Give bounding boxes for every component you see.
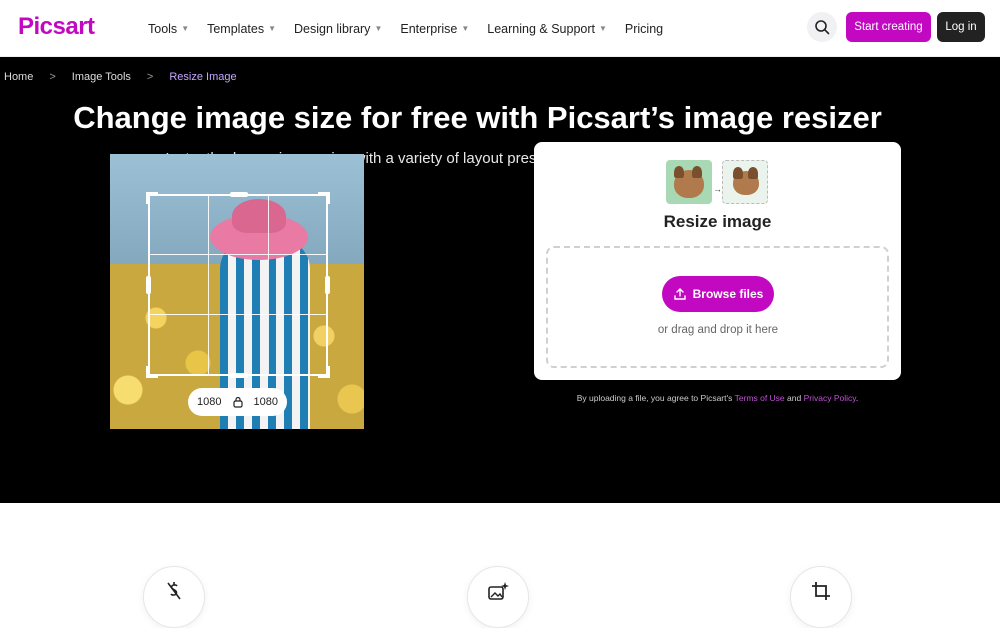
chevron-right-icon: >	[146, 71, 154, 83]
breadcrumb: Home > Image Tools > Resize Image	[4, 71, 237, 83]
resize-thumbnails: →	[666, 160, 768, 204]
crop-gridline	[208, 196, 209, 374]
nav-design-library-label: Design library	[294, 21, 371, 36]
breadcrumb-home[interactable]: Home	[4, 71, 33, 83]
upload-card-title: Resize image	[663, 212, 772, 231]
start-creating-button[interactable]: Start creating	[846, 12, 931, 42]
nav-pricing-label: Pricing	[624, 21, 664, 36]
terms-and: and	[787, 393, 802, 403]
crop-handle-bottom-left[interactable]	[146, 366, 158, 378]
crop-gridline	[268, 196, 269, 374]
nav-enterprise-label: Enterprise	[400, 21, 458, 36]
page-title: Change image size for free with Picsart’…	[73, 100, 882, 135]
arrow-right-icon: →	[713, 184, 722, 194]
upload-terms: By uploading a file, you agree to Picsar…	[534, 393, 901, 403]
breadcrumb-current: Resize Image	[169, 71, 237, 83]
feature-crop	[790, 566, 852, 628]
crop-handle-top-left[interactable]	[146, 192, 158, 204]
nav-templates-label: Templates	[207, 21, 265, 36]
nav-enterprise[interactable]: Enterprise ▼	[400, 22, 469, 36]
crop-frame[interactable]	[146, 192, 330, 378]
search-button[interactable]	[807, 12, 837, 42]
chevron-down-icon: ▼	[598, 24, 607, 33]
crop-handle-left[interactable]	[146, 276, 151, 294]
chevron-down-icon: ▼	[181, 24, 190, 33]
dimensions-pill: 1080 1080	[188, 388, 287, 416]
crop-gridline	[150, 254, 326, 255]
lock-icon	[232, 396, 243, 408]
site-header: Picsart Tools ▼ Templates ▼ Design library…	[0, 0, 1000, 57]
login-button[interactable]: Log in	[937, 12, 985, 42]
image-sparkle-icon	[488, 582, 509, 600]
nav-pricing[interactable]: Pricing	[625, 22, 663, 36]
drag-drop-hint: or drag and drop it here	[657, 324, 779, 336]
upload-icon	[673, 288, 686, 300]
feature-free	[143, 566, 205, 628]
terms-prefix: By uploading a file, you agree to Picsar…	[576, 393, 733, 403]
crop-gridline	[150, 314, 326, 315]
chevron-right-icon: >	[49, 71, 56, 83]
browse-files-button[interactable]: Browse files	[662, 276, 774, 312]
crop-handle-bottom[interactable]	[230, 373, 248, 378]
breadcrumb-image-tools[interactable]: Image Tools	[72, 71, 131, 83]
chevron-down-icon: ▼	[461, 24, 470, 33]
browse-files-label: Browse files	[692, 287, 764, 301]
feature-presets	[467, 566, 529, 628]
dog-thumbnail-original	[666, 160, 712, 204]
picsart-logo[interactable]: Picsart	[18, 13, 95, 41]
crop-handle-top[interactable]	[230, 192, 248, 197]
nav-learning-support-label: Learning & Support	[487, 21, 595, 36]
width-value: 1080	[197, 396, 222, 408]
crop-icon	[812, 582, 830, 600]
crop-handle-bottom-right[interactable]	[318, 366, 330, 378]
upload-card: → Resize image Browse files or drag and …	[534, 142, 901, 380]
search-icon	[815, 20, 830, 35]
dollar-off-icon	[167, 582, 181, 600]
crop-handle-right[interactable]	[325, 276, 330, 294]
terms-suffix: .	[855, 393, 859, 403]
crop-handle-top-right[interactable]	[318, 192, 330, 204]
nav-tools[interactable]: Tools ▼	[148, 22, 189, 36]
nav-design-library[interactable]: Design library ▼	[294, 22, 382, 36]
nav-tools-label: Tools	[148, 21, 178, 36]
chevron-down-icon: ▼	[268, 24, 277, 33]
dog-thumbnail-resized	[722, 160, 768, 204]
chevron-down-icon: ▼	[374, 24, 383, 33]
main-nav: Tools ▼ Templates ▼ Design library ▼ Enterp…	[148, 0, 681, 57]
terms-of-use-link[interactable]: Terms of Use	[735, 393, 785, 403]
nav-templates[interactable]: Templates ▼	[207, 22, 276, 36]
nav-learning-support[interactable]: Learning & Support ▼	[487, 22, 607, 36]
height-value: 1080	[253, 396, 278, 408]
privacy-policy-link[interactable]: Privacy Policy	[804, 393, 856, 403]
file-dropzone[interactable]: Browse files or drag and drop it here	[546, 246, 889, 368]
